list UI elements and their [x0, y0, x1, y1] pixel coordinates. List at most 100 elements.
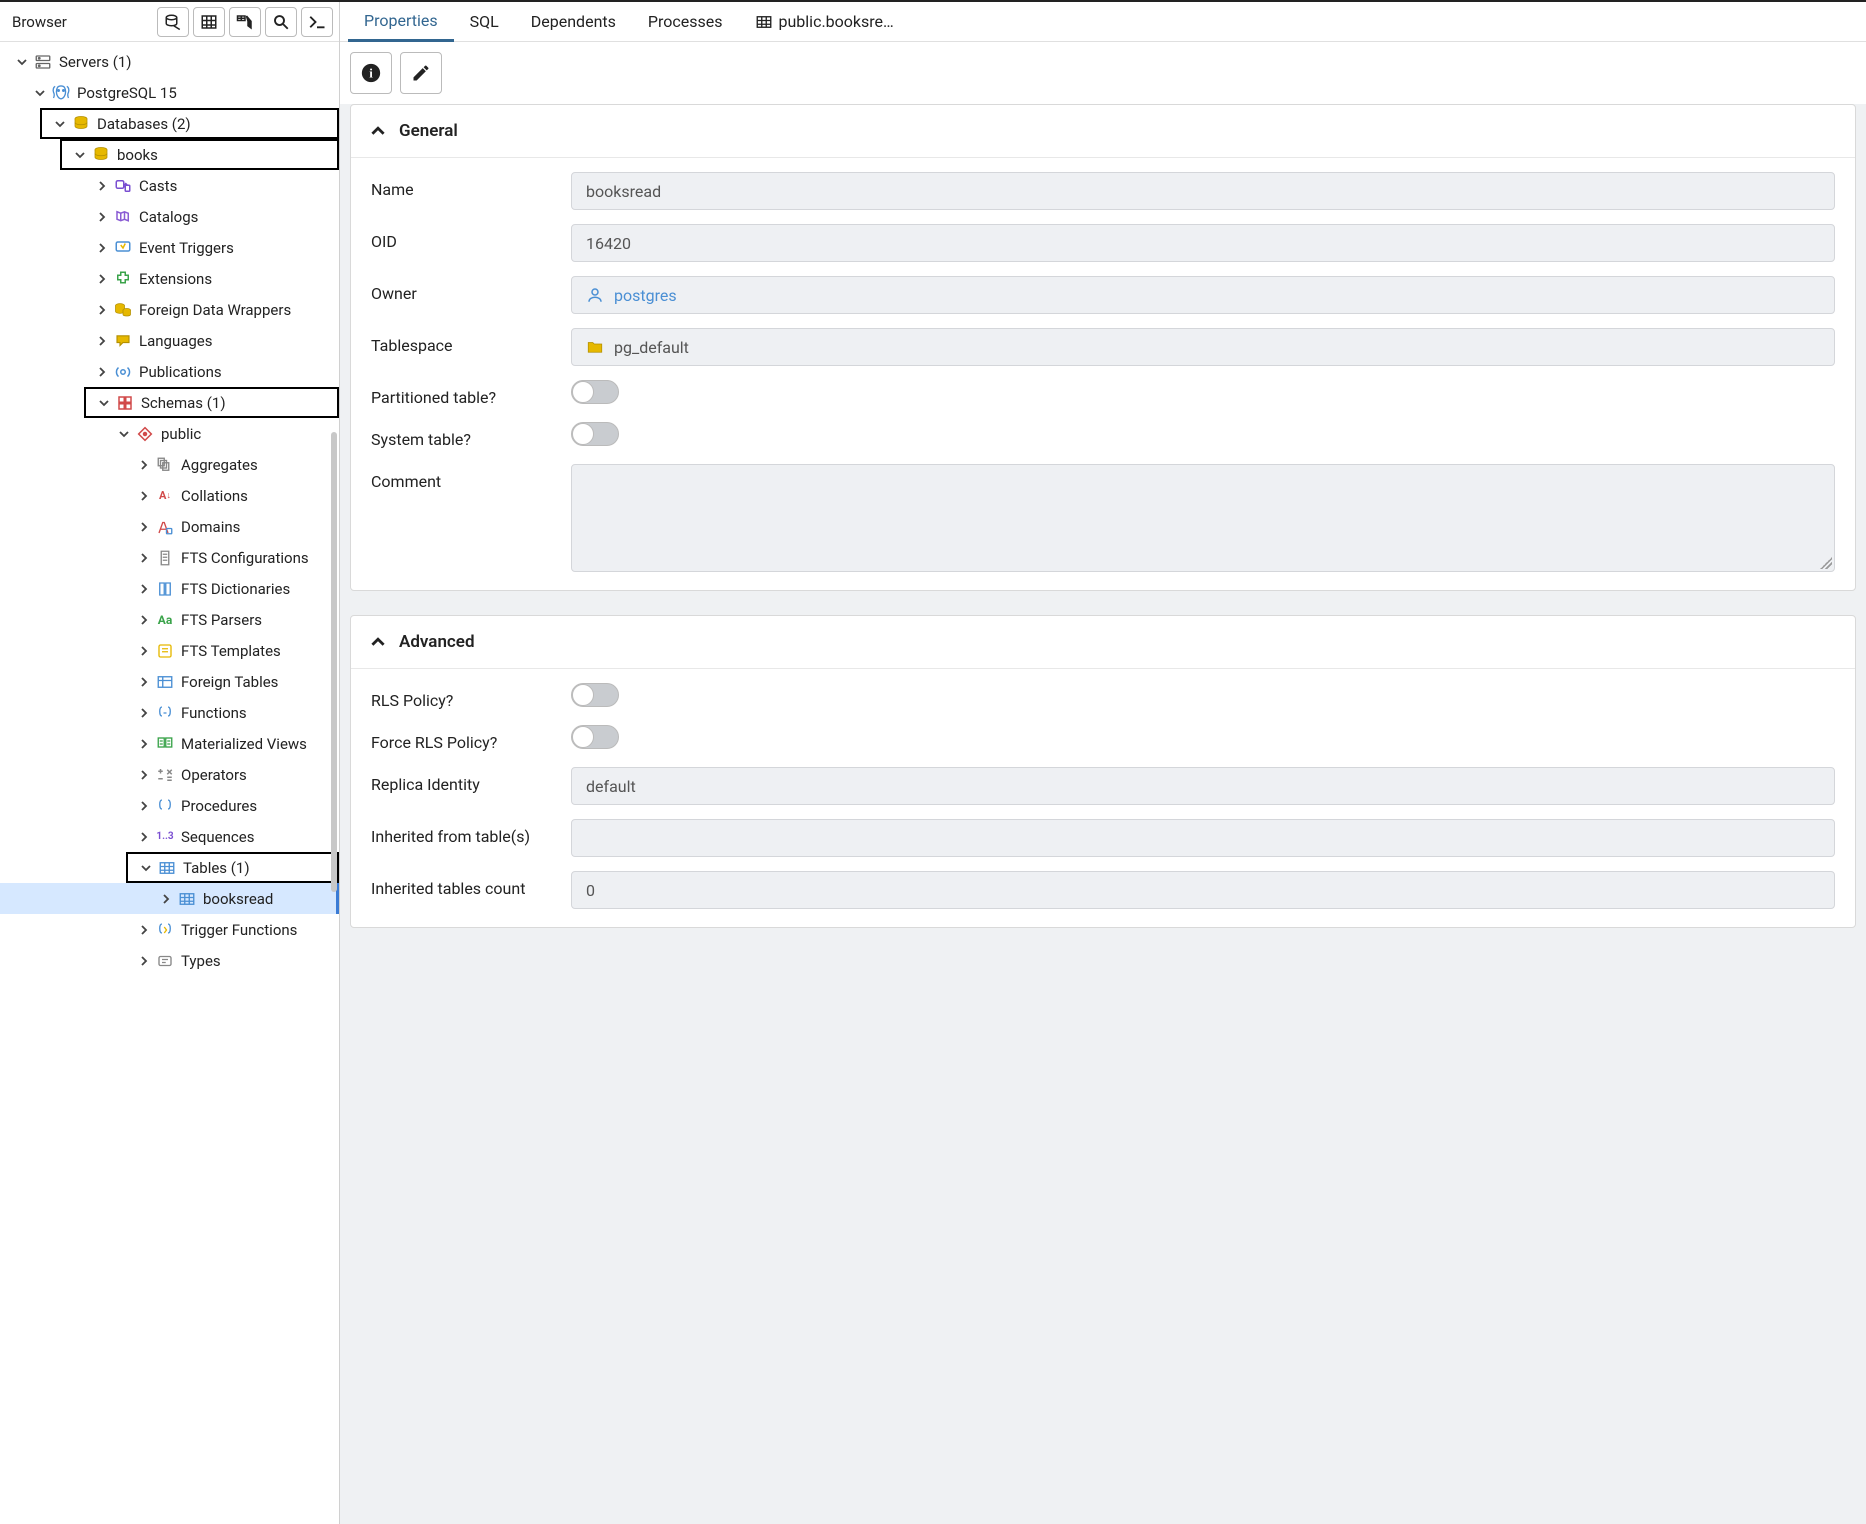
chevron-right-icon[interactable] — [94, 271, 110, 287]
filter-icon[interactable] — [229, 7, 261, 37]
tab-label: SQL — [470, 12, 499, 31]
languages-icon — [113, 331, 133, 351]
chevron-right-icon[interactable] — [94, 209, 110, 225]
chevron-right-icon[interactable] — [136, 581, 152, 597]
tree-node-foreign-data-wrappers[interactable]: Foreign Data Wrappers — [0, 294, 339, 325]
tree-label: Procedures — [181, 797, 257, 815]
advanced-header[interactable]: Advanced — [351, 616, 1855, 669]
replica-label: Replica Identity — [371, 767, 571, 794]
advanced-panel: Advanced RLS Policy? Force RLS Policy? R… — [350, 615, 1856, 928]
chevron-right-icon[interactable] — [94, 302, 110, 318]
owner-label: Owner — [371, 276, 571, 303]
chevron-right-icon[interactable] — [94, 240, 110, 256]
tree-label: FTS Configurations — [181, 549, 309, 567]
chevron-down-icon[interactable] — [116, 426, 132, 442]
chevron-right-icon[interactable] — [136, 612, 152, 628]
tree-node-foreign-tables[interactable]: Foreign Tables — [0, 666, 339, 697]
query-tool-icon[interactable] — [157, 7, 189, 37]
tab-properties[interactable]: Properties — [348, 2, 454, 42]
chevron-down-icon[interactable] — [138, 860, 154, 876]
tree-node-schemas[interactable]: Schemas (1) — [84, 387, 339, 418]
chevron-right-icon[interactable] — [136, 488, 152, 504]
search-icon[interactable] — [265, 7, 297, 37]
partitioned-toggle[interactable] — [571, 380, 619, 404]
chevron-right-icon[interactable] — [136, 674, 152, 690]
tree-node-servers[interactable]: Servers (1) — [0, 46, 339, 77]
tree-node-extensions[interactable]: Extensions — [0, 263, 339, 294]
tree-node-trigger-functions[interactable]: Trigger Functions — [0, 914, 339, 945]
tab-dependents[interactable]: Dependents — [515, 3, 632, 40]
tree-node-publications[interactable]: Publications — [0, 356, 339, 387]
domains-icon — [155, 517, 175, 537]
tree-node-postgres[interactable]: PostgreSQL 15 — [0, 77, 339, 108]
tree-node-public[interactable]: public — [0, 418, 339, 449]
tree-node-fts-configurations[interactable]: FTS Configurations — [0, 542, 339, 573]
chevron-right-icon[interactable] — [136, 550, 152, 566]
tab-processes[interactable]: Processes — [632, 3, 739, 40]
tree-node-aggregates[interactable]: Aggregates — [0, 449, 339, 480]
chevron-right-icon[interactable] — [136, 736, 152, 752]
comment-field — [571, 464, 1835, 572]
psql-icon[interactable] — [301, 7, 333, 37]
chevron-right-icon[interactable] — [158, 891, 174, 907]
rls-toggle[interactable] — [571, 683, 619, 707]
chevron-right-icon[interactable] — [94, 333, 110, 349]
tree-node-fts-dictionaries[interactable]: FTS Dictionaries — [0, 573, 339, 604]
chevron-right-icon[interactable] — [136, 922, 152, 938]
tree-node-databases[interactable]: Databases (2) — [40, 108, 339, 139]
tree-node-tables[interactable]: Tables (1) — [126, 852, 339, 883]
tree-label: Foreign Data Wrappers — [139, 301, 291, 319]
chevron-right-icon[interactable] — [136, 953, 152, 969]
fts-templates-icon — [155, 641, 175, 661]
tree-node-procedures[interactable]: Procedures — [0, 790, 339, 821]
chevron-right-icon[interactable] — [136, 643, 152, 659]
chevron-right-icon[interactable] — [136, 457, 152, 473]
chevron-down-icon[interactable] — [52, 116, 68, 132]
tab-breadcrumb[interactable]: public.booksre… — [739, 3, 910, 40]
tree-node-event-triggers[interactable]: Event Triggers — [0, 232, 339, 263]
tree-node-fts-templates[interactable]: FTS Templates — [0, 635, 339, 666]
general-header[interactable]: General — [351, 105, 1855, 158]
tree-node-collations[interactable]: A↓ Collations — [0, 480, 339, 511]
chevron-right-icon[interactable] — [136, 798, 152, 814]
tree-node-domains[interactable]: Domains — [0, 511, 339, 542]
event-triggers-icon — [113, 238, 133, 258]
action-bar: i — [340, 42, 1866, 104]
tree-node-catalogs[interactable]: Catalogs — [0, 201, 339, 232]
force-rls-toggle[interactable] — [571, 725, 619, 749]
tree[interactable]: Servers (1) PostgreSQL 15 Databases (2) … — [0, 42, 339, 1524]
tree-node-casts[interactable]: Casts — [0, 170, 339, 201]
tree-node-fts-parsers[interactable]: Aa FTS Parsers — [0, 604, 339, 635]
inherited-from-label: Inherited from table(s) — [371, 819, 571, 846]
chevron-right-icon[interactable] — [136, 829, 152, 845]
owner-value: postgres — [614, 286, 677, 305]
chevron-down-icon[interactable] — [14, 54, 30, 70]
chevron-down-icon[interactable] — [96, 395, 112, 411]
tree-node-types[interactable]: Types — [0, 945, 339, 976]
chevron-right-icon[interactable] — [94, 364, 110, 380]
chevron-down-icon[interactable] — [32, 85, 48, 101]
tree-node-materialized-views[interactable]: Materialized Views — [0, 728, 339, 759]
tree-node-books[interactable]: books — [60, 139, 339, 170]
tree-node-functions[interactable]: Functions — [0, 697, 339, 728]
table-icon — [755, 13, 773, 31]
chevron-right-icon[interactable] — [136, 767, 152, 783]
tab-sql[interactable]: SQL — [454, 3, 515, 40]
chevron-right-icon[interactable] — [136, 519, 152, 535]
user-icon — [586, 286, 604, 304]
tree-node-operators[interactable]: Operators — [0, 759, 339, 790]
inherited-count-value: 0 — [586, 881, 595, 900]
schema-public-icon — [135, 424, 155, 444]
chevron-down-icon[interactable] — [72, 147, 88, 163]
edit-button[interactable] — [400, 52, 442, 94]
tree-node-sequences[interactable]: 1..3 Sequences — [0, 821, 339, 852]
view-data-icon[interactable] — [193, 7, 225, 37]
tree-node-languages[interactable]: Languages — [0, 325, 339, 356]
chevron-right-icon[interactable] — [136, 705, 152, 721]
chevron-up-icon — [371, 124, 385, 138]
system-table-toggle[interactable] — [571, 422, 619, 446]
chevron-right-icon[interactable] — [94, 178, 110, 194]
info-button[interactable]: i — [350, 52, 392, 94]
sidebar-scrollbar[interactable] — [331, 432, 337, 892]
tree-node-booksread[interactable]: booksread — [0, 883, 339, 914]
